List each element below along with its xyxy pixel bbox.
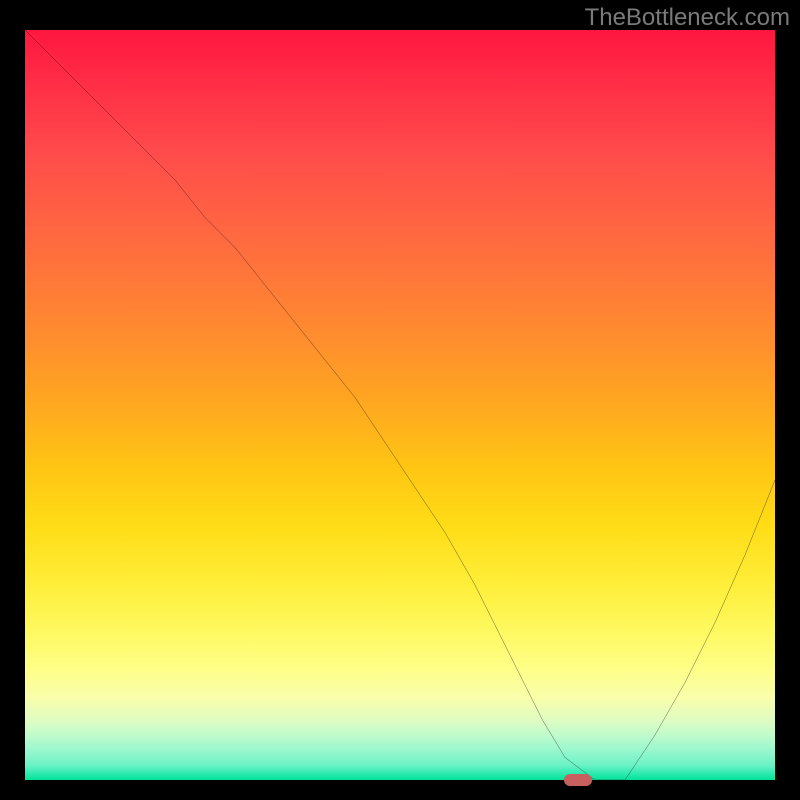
watermark-text: TheBottleneck.com xyxy=(585,4,790,32)
chart-container: TheBottleneck.com xyxy=(0,0,800,800)
optimal-marker xyxy=(564,774,592,786)
background-gradient xyxy=(25,30,775,780)
plot-area xyxy=(25,30,775,780)
